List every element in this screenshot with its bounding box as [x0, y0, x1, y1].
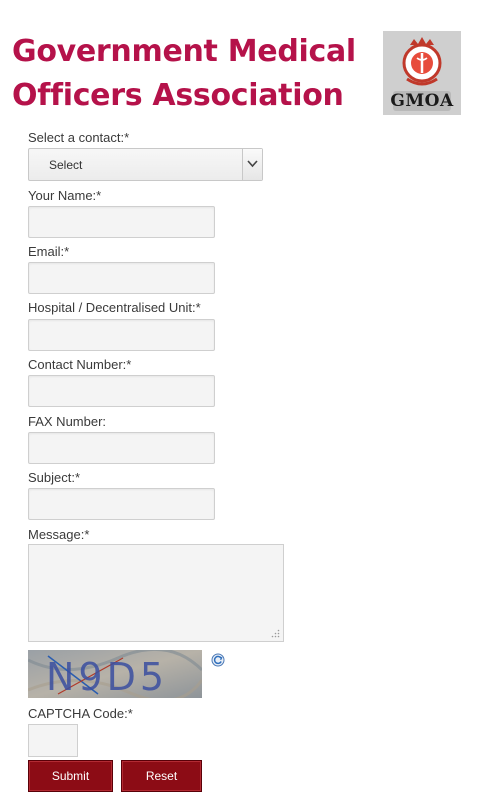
name-input[interactable] [28, 206, 215, 238]
message-textarea[interactable] [28, 544, 284, 642]
submit-button[interactable]: Submit [28, 760, 113, 792]
contact-select[interactable]: Select [28, 148, 263, 181]
message-label: Message:* [28, 527, 90, 542]
page-title: Government Medical Officers Association [12, 30, 372, 118]
fax-label: FAX Number: [28, 414, 107, 429]
hospital-input[interactable] [28, 319, 215, 351]
captcha-image: N9D5 [28, 650, 202, 698]
logo-text: GMOA [390, 91, 454, 111]
title-line-2: Officers Association [12, 78, 344, 113]
email-input[interactable] [28, 262, 215, 294]
contact-number-input[interactable] [28, 375, 215, 407]
captcha-input[interactable] [28, 724, 78, 757]
subject-input[interactable] [28, 488, 215, 520]
refresh-icon[interactable] [211, 653, 225, 667]
fax-input[interactable] [28, 432, 215, 464]
contact-select-value: Select [49, 158, 83, 172]
name-label: Your Name:* [28, 188, 102, 203]
resize-grip-icon[interactable] [271, 629, 280, 638]
captcha-label: CAPTCHA Code:* [28, 706, 133, 721]
contact-label: Select a contact:* [28, 130, 130, 145]
captcha-text: N9D5 [46, 655, 168, 698]
gmoa-logo: GMOA [383, 31, 461, 115]
contact-number-label: Contact Number:* [28, 357, 132, 372]
hospital-label: Hospital / Decentralised Unit:* [28, 300, 201, 315]
title-line-1: Government Medical [12, 34, 356, 69]
chevron-down-icon[interactable] [242, 149, 262, 180]
email-label: Email:* [28, 244, 70, 259]
subject-label: Subject:* [28, 470, 81, 485]
reset-button[interactable]: Reset [121, 760, 202, 792]
